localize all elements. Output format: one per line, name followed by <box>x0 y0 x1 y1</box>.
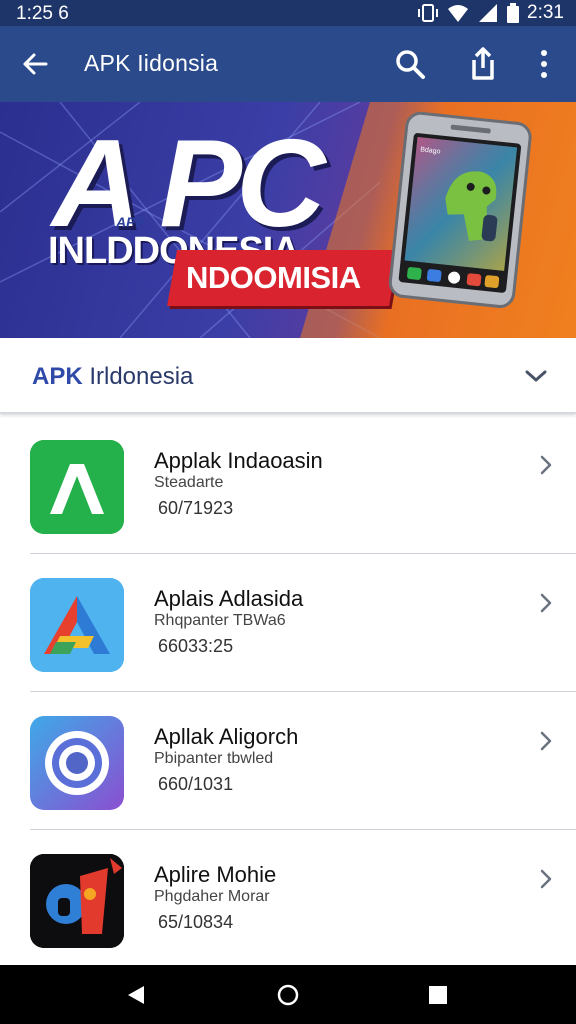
battery-icon <box>507 3 520 23</box>
app-version: 60/71923 <box>158 498 234 518</box>
banner-logo-letters: A PC <box>52 115 326 253</box>
app-subtitle: Pbipanter tbwled <box>154 750 274 767</box>
app-icon <box>30 854 124 948</box>
app-icon <box>30 440 124 534</box>
abstract-logo-icon <box>30 854 124 948</box>
share-icon[interactable] <box>464 44 500 84</box>
back-arrow-icon[interactable] <box>18 46 54 82</box>
app-subtitle: Steadarte <box>154 474 224 491</box>
status-icons: 2:31 <box>417 2 564 24</box>
app-subtitle: Phgdaher Morar <box>154 888 270 905</box>
chevron-down-icon[interactable] <box>522 364 550 388</box>
phone-illustration: Bdago <box>388 112 532 308</box>
app-name: Aplire Mohie <box>154 862 277 887</box>
list-item[interactable]: Aplire Mohie Phgdaher Morar 65/10834 <box>0 830 576 968</box>
app-name: Applak Indaoasin <box>154 448 323 473</box>
app-version: 66033:25 <box>158 636 234 656</box>
colorful-a-logo-icon <box>30 578 124 672</box>
category-title: APK Irldonesia <box>32 363 193 391</box>
nav-back-icon[interactable] <box>124 983 148 1007</box>
nav-home-icon[interactable] <box>276 983 300 1007</box>
app-name: Aplais Adlasida <box>154 586 304 611</box>
app-bar-title: APK Iidonsia <box>84 50 219 76</box>
banner-ribbon-text: NDOOMISIA <box>186 260 361 295</box>
app-version: 65/10834 <box>158 912 234 932</box>
chevron-right-icon[interactable] <box>536 728 556 754</box>
vibrate-icon <box>418 4 439 22</box>
category-title-rest: Irldonesia <box>82 363 194 390</box>
app-version: 660/1031 <box>158 774 234 794</box>
chevron-right-icon[interactable] <box>536 866 556 892</box>
app-icon <box>30 716 124 810</box>
system-nav-bar <box>0 965 576 1024</box>
banner-app-label: APP <box>116 214 145 230</box>
app-name: Apllak Aligorch <box>154 724 299 749</box>
more-vert-icon[interactable] <box>528 46 560 82</box>
promo-banner[interactable]: A PC APP INLDDONESIA NDOOMISIA Bdago <box>0 102 576 338</box>
category-dropdown[interactable]: APK Irldonesia <box>0 338 576 414</box>
app-icon <box>30 578 124 672</box>
chevron-right-icon[interactable] <box>536 452 556 478</box>
chevron-right-icon[interactable] <box>536 590 556 616</box>
app-bar: APK Iidonsia <box>0 26 576 102</box>
list-item[interactable]: Aplais Adlasida Rhqpanter TBWa6 66033:25 <box>0 554 576 692</box>
app-subtitle: Rhqpanter TBWa6 <box>154 612 286 629</box>
wifi-icon <box>448 5 469 22</box>
status-time-right: 2:31 <box>527 2 564 23</box>
signal-icon <box>479 4 498 22</box>
list-item[interactable]: Apllak Aligorch Pbipanter tbwled 660/103… <box>0 692 576 830</box>
ring-logo-icon <box>30 716 124 810</box>
nav-recents-icon[interactable] <box>428 985 448 1005</box>
category-title-accent: APK <box>32 363 83 390</box>
list-item[interactable]: Applak Indaoasin Steadarte 60/71923 <box>0 416 576 554</box>
status-bar: 1:25 6 2:31 <box>0 0 576 26</box>
a-logo-icon <box>30 440 124 534</box>
search-icon[interactable] <box>392 46 428 82</box>
status-time-left: 1:25 6 <box>16 3 69 24</box>
